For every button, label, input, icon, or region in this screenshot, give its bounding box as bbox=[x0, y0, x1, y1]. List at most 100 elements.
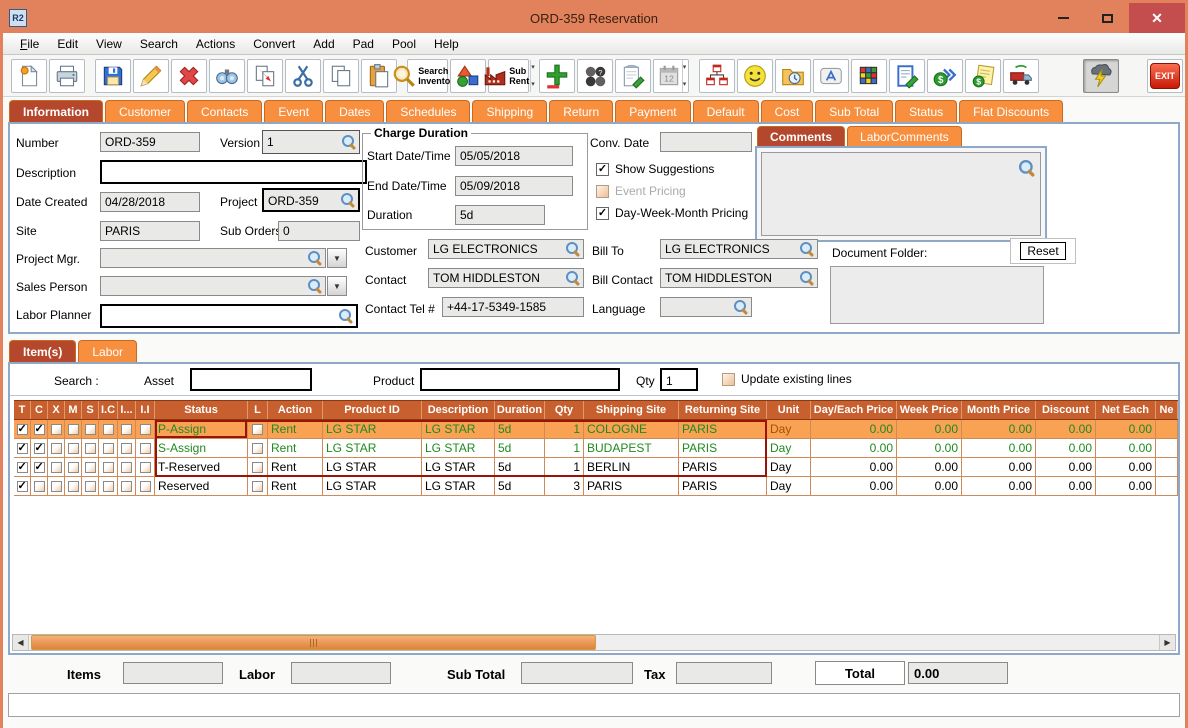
column-header-i-i[interactable]: I.I bbox=[136, 401, 155, 419]
bill-to-field[interactable]: LG ELECTRONICS bbox=[660, 239, 818, 259]
show-suggestions-checkbox[interactable]: Show Suggestions bbox=[596, 162, 714, 176]
dropdown-arrows-icon[interactable]: ▾▾ bbox=[681, 59, 686, 92]
site-field[interactable]: PARIS bbox=[100, 221, 200, 241]
product-input[interactable] bbox=[420, 368, 620, 391]
scroll-left-icon[interactable]: ◀ bbox=[13, 635, 29, 650]
cell-net-each[interactable]: 0.00 bbox=[1096, 458, 1156, 477]
end-date-field[interactable]: 05/09/2018 bbox=[455, 176, 573, 196]
labor-check-cell[interactable] bbox=[248, 420, 268, 439]
bill-contact-field[interactable]: TOM HIDDLESTON bbox=[660, 268, 818, 288]
checkbox-icon[interactable] bbox=[33, 460, 45, 473]
row-check-cell[interactable] bbox=[118, 439, 136, 458]
tab-contacts[interactable]: Contacts bbox=[187, 100, 263, 122]
row-check-cell[interactable] bbox=[14, 439, 31, 458]
menu-item-convert[interactable]: Convert bbox=[244, 37, 304, 51]
cell-status[interactable]: T-Reserved bbox=[155, 458, 248, 477]
tab-status[interactable]: Status bbox=[895, 100, 958, 122]
checkbox-icon[interactable] bbox=[33, 441, 45, 454]
customer-field[interactable]: LG ELECTRONICS bbox=[428, 239, 584, 259]
row-check-cell[interactable] bbox=[65, 477, 82, 496]
table-row[interactable]: T-ReservedRentLG STARLG STAR5d1BERLINPAR… bbox=[14, 458, 1178, 477]
row-check-cell[interactable] bbox=[31, 439, 48, 458]
cell-description[interactable]: LG STAR bbox=[422, 477, 495, 496]
checkbox-icon[interactable] bbox=[102, 480, 114, 492]
tab-labor[interactable]: Labor bbox=[78, 340, 138, 362]
cell-day-each-price[interactable]: 0.00 bbox=[811, 420, 897, 439]
cell-discount[interactable]: 0.00 bbox=[1036, 477, 1096, 496]
copy-button[interactable] bbox=[323, 58, 359, 93]
column-header-week-price[interactable]: Week Price bbox=[897, 401, 962, 419]
labor-check-cell[interactable] bbox=[248, 477, 268, 496]
row-check-cell[interactable] bbox=[82, 477, 99, 496]
row-check-cell[interactable] bbox=[48, 439, 65, 458]
column-header-s[interactable]: S bbox=[82, 401, 99, 419]
cell-duration[interactable]: 5d bbox=[495, 420, 545, 439]
cell-description[interactable]: LG STAR bbox=[422, 458, 495, 477]
cell-week-price[interactable]: 0.00 bbox=[897, 439, 962, 458]
cell-net-each[interactable]: 0.00 bbox=[1096, 477, 1156, 496]
cell-status[interactable]: Reserved bbox=[155, 477, 248, 496]
cell-week-price[interactable]: 0.00 bbox=[897, 458, 962, 477]
column-header-day-each-price[interactable]: Day/Each Price bbox=[811, 401, 897, 419]
checkbox-icon[interactable] bbox=[121, 423, 132, 435]
cell-net-each[interactable]: 0.00 bbox=[1096, 439, 1156, 458]
cell-overflow[interactable] bbox=[1156, 420, 1178, 439]
keyboard-key-button[interactable] bbox=[813, 58, 849, 93]
cell-shipping-site[interactable]: COLOGNE bbox=[584, 420, 679, 439]
column-header-i-c[interactable]: I.C bbox=[99, 401, 118, 419]
row-check-cell[interactable] bbox=[14, 420, 31, 439]
menu-item-actions[interactable]: Actions bbox=[187, 37, 244, 51]
tab-default[interactable]: Default bbox=[692, 100, 759, 122]
table-row[interactable]: ReservedRentLG STARLG STAR5d3PARISPARISD… bbox=[14, 477, 1178, 496]
row-check-cell[interactable] bbox=[99, 458, 118, 477]
cell-returning-site[interactable]: PARIS bbox=[679, 420, 767, 439]
magnifier-icon[interactable] bbox=[339, 309, 353, 323]
date-created-field[interactable]: 04/28/2018 bbox=[100, 192, 200, 212]
cell-duration[interactable]: 5d bbox=[495, 458, 545, 477]
cell-product-id[interactable]: LG STAR bbox=[323, 477, 422, 496]
row-check-cell[interactable] bbox=[14, 458, 31, 477]
magnifier-icon[interactable] bbox=[566, 271, 580, 285]
column-header-duration[interactable]: Duration bbox=[495, 401, 545, 419]
checkbox-icon[interactable] bbox=[252, 423, 263, 435]
description-field[interactable] bbox=[100, 160, 367, 184]
invoice-dollar-button[interactable]: $ bbox=[965, 58, 1001, 93]
column-header-action[interactable]: Action bbox=[268, 401, 323, 419]
checkbox-icon[interactable] bbox=[252, 480, 263, 492]
menu-item-edit[interactable]: Edit bbox=[48, 37, 87, 51]
row-check-cell[interactable] bbox=[99, 439, 118, 458]
print-button[interactable] bbox=[49, 58, 85, 93]
row-check-cell[interactable] bbox=[118, 458, 136, 477]
checkbox-icon[interactable] bbox=[84, 480, 96, 492]
project-mgr-field[interactable] bbox=[100, 248, 326, 268]
menu-item-add[interactable]: Add bbox=[304, 37, 343, 51]
checkbox-icon[interactable] bbox=[139, 442, 151, 454]
row-check-cell[interactable] bbox=[136, 477, 155, 496]
number-field[interactable]: ORD-359 bbox=[100, 132, 200, 152]
cell-discount[interactable]: 0.00 bbox=[1036, 439, 1096, 458]
cell-day-each-price[interactable]: 0.00 bbox=[811, 477, 897, 496]
project-mgr-dropdown-button[interactable]: ▼ bbox=[327, 248, 347, 268]
cell-overflow[interactable] bbox=[1156, 477, 1178, 496]
edit-pencil-button[interactable] bbox=[133, 58, 169, 93]
column-header-c[interactable]: C bbox=[31, 401, 48, 419]
3d-shapes-button[interactable] bbox=[450, 58, 487, 93]
save-button[interactable] bbox=[95, 58, 131, 93]
row-check-cell[interactable] bbox=[82, 458, 99, 477]
tab-shipping[interactable]: Shipping bbox=[472, 100, 548, 122]
version-field[interactable]: 1 bbox=[262, 130, 360, 154]
row-check-cell[interactable] bbox=[65, 420, 82, 439]
column-header-product-id[interactable]: Product ID bbox=[323, 401, 422, 419]
magnifier-icon[interactable] bbox=[1018, 159, 1035, 176]
table-row[interactable]: P-AssignRentLG STARLG STAR5d1COLOGNEPARI… bbox=[14, 420, 1178, 439]
notepad-edit-button[interactable] bbox=[615, 58, 651, 93]
checkbox-icon[interactable] bbox=[252, 442, 263, 454]
magnifier-icon[interactable] bbox=[308, 279, 322, 293]
column-header-description[interactable]: Description bbox=[422, 401, 495, 419]
cell-qty[interactable]: 1 bbox=[545, 439, 584, 458]
checkbox-icon[interactable] bbox=[139, 480, 151, 492]
checkbox-icon[interactable] bbox=[102, 461, 114, 473]
lightning-button[interactable] bbox=[1083, 58, 1119, 93]
checkbox-icon[interactable] bbox=[50, 423, 62, 435]
row-check-cell[interactable] bbox=[82, 420, 99, 439]
